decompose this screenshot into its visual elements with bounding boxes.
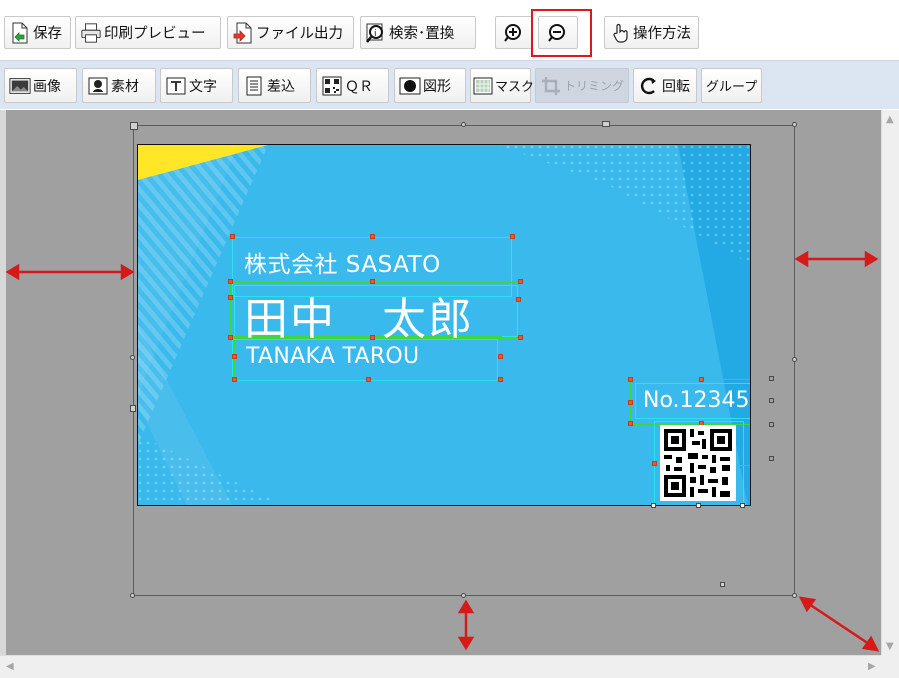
horizontal-scrollbar[interactable]: ◀ ▶	[0, 655, 881, 678]
scrollbar-corner	[881, 655, 899, 678]
scroll-left-icon[interactable]: ◀	[6, 662, 14, 672]
scroll-up-icon[interactable]: ▲	[886, 115, 894, 125]
app-window: 保存 印刷プレビュー ファイル出力 i 検索･置換 操作方法 画像 素材 文字 …	[0, 0, 899, 678]
arrow-bottom-right-diagonal	[805, 600, 873, 648]
annotation-arrows	[5, 250, 880, 652]
vertical-scrollbar[interactable]: ▲ ▼	[881, 110, 899, 655]
scroll-right-icon[interactable]: ▶	[868, 662, 876, 672]
scroll-down-icon[interactable]: ▼	[886, 642, 894, 652]
